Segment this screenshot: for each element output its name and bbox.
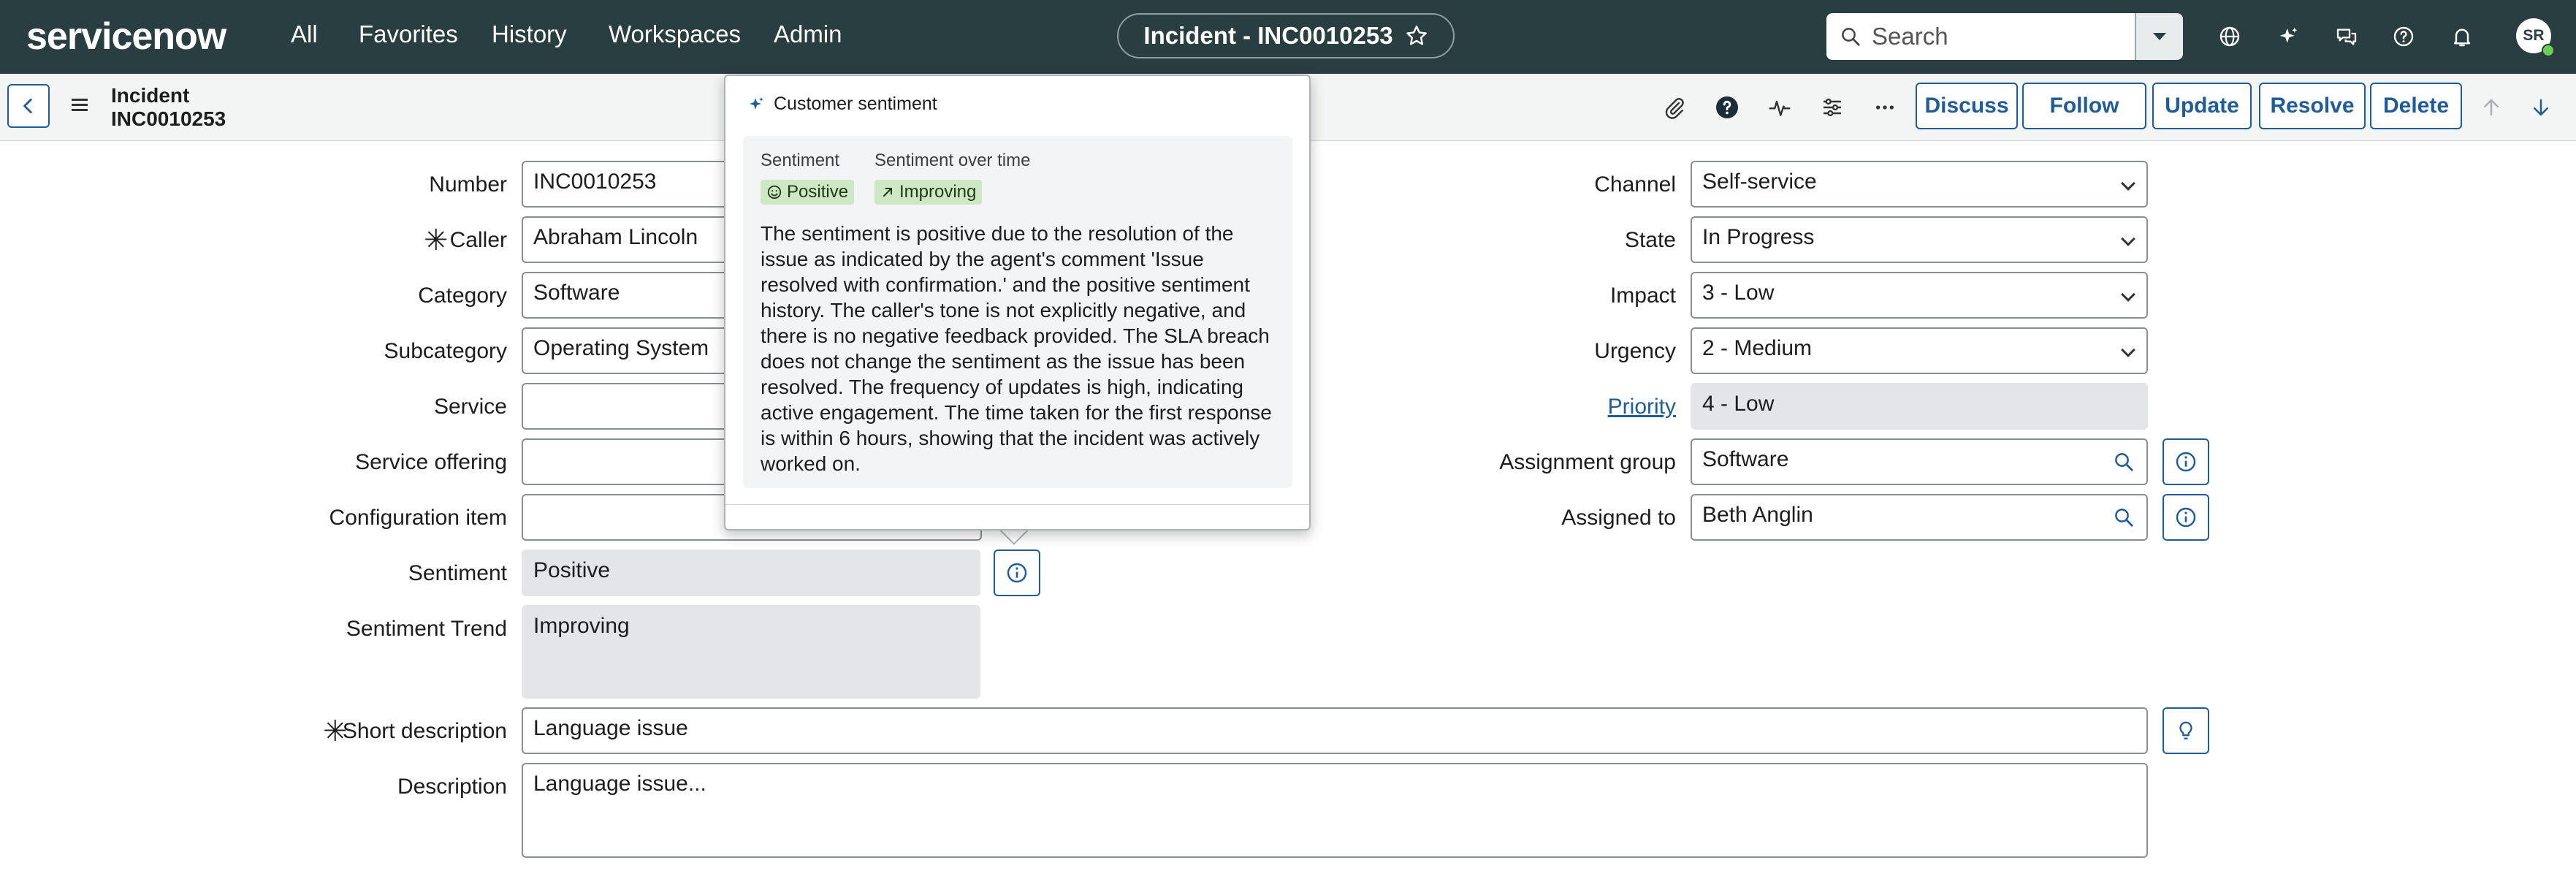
help-icon[interactable] xyxy=(2388,20,2420,53)
assigned-to-label: Assigned to xyxy=(1561,506,1676,530)
trend-chip: Improving xyxy=(874,180,983,205)
record-heading: Incident INC0010253 xyxy=(111,84,226,131)
priority-field: 4 - Low xyxy=(1691,383,2148,430)
info-icon xyxy=(2176,452,2196,472)
assignment-group-field[interactable]: Software xyxy=(1691,438,2103,485)
sentiment-explanation: The sentiment is positive due to the res… xyxy=(761,222,1272,475)
more-options-icon[interactable] xyxy=(1869,91,1901,123)
settings-sliders-icon[interactable] xyxy=(1816,91,1848,123)
nav-favorites[interactable]: Favorites xyxy=(359,20,458,48)
search-placeholder: Search xyxy=(1872,23,1948,50)
activity-pulse-icon[interactable] xyxy=(1764,91,1796,123)
popover-header: Customer sentiment xyxy=(747,94,937,115)
star-icon[interactable] xyxy=(1405,24,1428,47)
nav-all[interactable]: All xyxy=(291,20,318,48)
nav-admin[interactable]: Admin xyxy=(774,20,842,48)
info-icon xyxy=(1007,563,1027,583)
chat-icon[interactable] xyxy=(2331,20,2363,53)
search-icon xyxy=(1840,26,1861,47)
search-scope-dropdown[interactable] xyxy=(2135,13,2183,60)
top-navigation: servicenow All Favorites History Workspa… xyxy=(0,0,2576,74)
trend-up-icon xyxy=(880,185,895,199)
state-label: State xyxy=(1624,228,1676,252)
priority-link[interactable]: Priority xyxy=(1608,395,1676,419)
short-description-field[interactable]: Language issue xyxy=(522,707,2148,754)
arrow-down-icon[interactable] xyxy=(2525,91,2557,123)
search-icon xyxy=(2115,509,2133,527)
delete-button[interactable]: Delete xyxy=(2370,83,2462,129)
sentiment-column-label: Sentiment xyxy=(761,151,840,170)
assigned-to-lookup-button[interactable] xyxy=(2101,494,2148,541)
channel-select[interactable]: Self-service xyxy=(1691,161,2148,208)
sparkle-icon xyxy=(747,96,765,113)
sentiment-chip: Positive xyxy=(761,180,855,205)
required-asterisk: ✳ xyxy=(424,224,449,256)
channel-label: Channel xyxy=(1594,172,1676,197)
follow-button[interactable]: Follow xyxy=(2022,83,2146,129)
number-label: Number xyxy=(429,172,507,197)
record-title-pill[interactable]: Incident - INC0010253 xyxy=(1117,13,1455,58)
assignment-group-label: Assignment group xyxy=(1499,450,1676,474)
assignment-group-lookup-button[interactable] xyxy=(2101,438,2148,485)
servicenow-logo[interactable]: servicenow xyxy=(26,15,226,58)
sentiment-trend-field: Improving xyxy=(522,605,980,699)
assignment-group-info-button[interactable] xyxy=(2162,438,2209,485)
help-circle-icon[interactable] xyxy=(1711,91,1743,123)
caller-label: Caller xyxy=(449,228,507,252)
suggestion-button[interactable] xyxy=(2162,707,2209,754)
lightbulb-icon xyxy=(2179,721,2192,739)
urgency-select[interactable]: 2 - Medium xyxy=(1691,327,2148,374)
sentiment-label: Sentiment xyxy=(408,561,507,585)
search-icon xyxy=(2115,453,2133,471)
record-number: INC0010253 xyxy=(111,107,226,130)
category-label: Category xyxy=(418,284,507,308)
sentiment-summary-card: Sentiment Sentiment over time Positive I… xyxy=(743,136,1292,488)
global-search-input[interactable]: Search xyxy=(1826,13,2135,60)
nav-workspaces[interactable]: Workspaces xyxy=(609,20,741,48)
impact-label: Impact xyxy=(1609,284,1676,308)
popover-title: Customer sentiment xyxy=(774,94,937,114)
record-type: Incident xyxy=(111,84,190,107)
chevron-left-icon xyxy=(23,98,32,114)
arrow-up-icon[interactable] xyxy=(2475,91,2507,123)
service-label: Service xyxy=(433,395,507,419)
chevron-down-icon xyxy=(2153,33,2166,40)
sentiment-chip-label: Positive xyxy=(787,182,849,202)
customer-sentiment-popover: Customer sentiment Sentiment Sentiment o… xyxy=(724,75,1311,530)
subcategory-label: Subcategory xyxy=(384,339,507,363)
presence-indicator xyxy=(2542,44,2555,57)
sentiment-field: Positive xyxy=(522,549,980,596)
description-label: Description xyxy=(397,775,507,799)
nav-history[interactable]: History xyxy=(492,20,567,48)
info-icon xyxy=(2176,507,2196,528)
over-time-column-label: Sentiment over time xyxy=(874,151,1031,170)
assigned-to-field[interactable]: Beth Anglin xyxy=(1691,494,2103,541)
popover-footer xyxy=(725,504,1309,531)
short-description-label: Short description xyxy=(342,719,507,743)
assigned-to-info-button[interactable] xyxy=(2162,494,2209,541)
sentiment-trend-label: Sentiment Trend xyxy=(346,617,507,641)
urgency-label: Urgency xyxy=(1594,339,1676,363)
configuration-item-label: Configuration item xyxy=(329,506,507,530)
back-button[interactable] xyxy=(7,84,50,128)
sparkle-icon[interactable] xyxy=(2272,20,2304,53)
description-textarea[interactable]: Language issue... xyxy=(522,763,2148,858)
trend-chip-label: Improving xyxy=(899,182,977,202)
sentiment-info-button[interactable] xyxy=(994,549,1040,596)
hamburger-menu-icon[interactable] xyxy=(67,94,94,116)
discuss-button[interactable]: Discuss xyxy=(1916,83,2018,129)
globe-icon[interactable] xyxy=(2214,20,2246,53)
paperclip-icon[interactable] xyxy=(1658,91,1691,123)
record-title: Incident - INC0010253 xyxy=(1143,22,1393,49)
service-offering-label: Service offering xyxy=(355,450,507,474)
state-select[interactable]: In Progress xyxy=(1691,216,2148,263)
impact-select[interactable]: 3 - Low xyxy=(1691,272,2148,319)
update-button[interactable]: Update xyxy=(2152,83,2252,129)
smiley-icon xyxy=(766,184,782,200)
bell-icon[interactable] xyxy=(2446,20,2478,53)
resolve-button[interactable]: Resolve xyxy=(2259,83,2366,129)
